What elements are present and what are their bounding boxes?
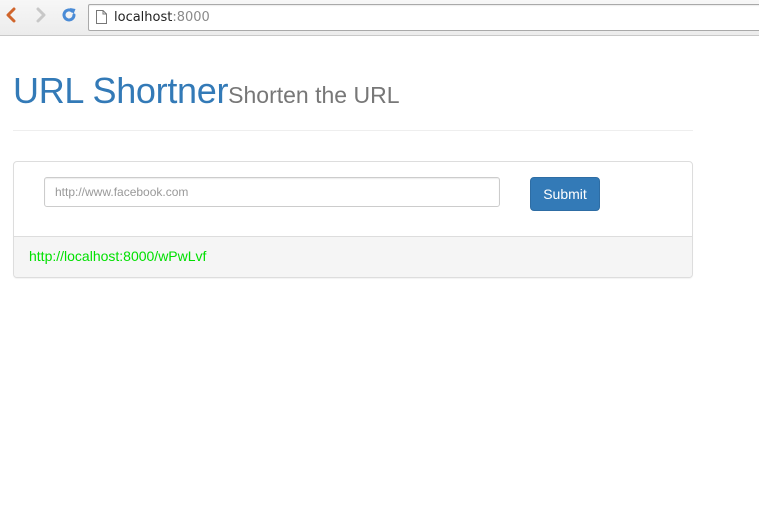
- address-port: :8000: [172, 10, 210, 25]
- short-url-link[interactable]: http://localhost:8000/wPwLvf: [29, 248, 206, 264]
- panel-footer: http://localhost:8000/wPwLvf: [14, 236, 692, 277]
- forward-arrow-icon: [34, 7, 48, 28]
- forward-button[interactable]: [30, 6, 52, 28]
- back-button[interactable]: [0, 6, 22, 28]
- reload-icon: [60, 6, 78, 29]
- url-input[interactable]: [44, 177, 500, 207]
- submit-button[interactable]: Submit: [530, 177, 600, 211]
- address-text: localhost:8000: [114, 10, 210, 25]
- address-bar[interactable]: localhost:8000: [88, 4, 759, 31]
- panel-body: Submit: [14, 162, 692, 237]
- back-arrow-icon: [4, 7, 18, 28]
- page-container: URL ShortnerShorten the URL Submit http:…: [13, 36, 693, 278]
- browser-toolbar: localhost:8000: [0, 0, 759, 36]
- address-host: localhost: [114, 10, 173, 25]
- page-subtitle: Shorten the URL: [228, 82, 400, 108]
- reload-button[interactable]: [58, 6, 80, 28]
- page-title: URL Shortner: [13, 70, 229, 111]
- page-header: URL ShortnerShorten the URL: [13, 36, 693, 131]
- page-icon: [96, 10, 107, 29]
- shorten-panel: Submit http://localhost:8000/wPwLvf: [13, 161, 693, 278]
